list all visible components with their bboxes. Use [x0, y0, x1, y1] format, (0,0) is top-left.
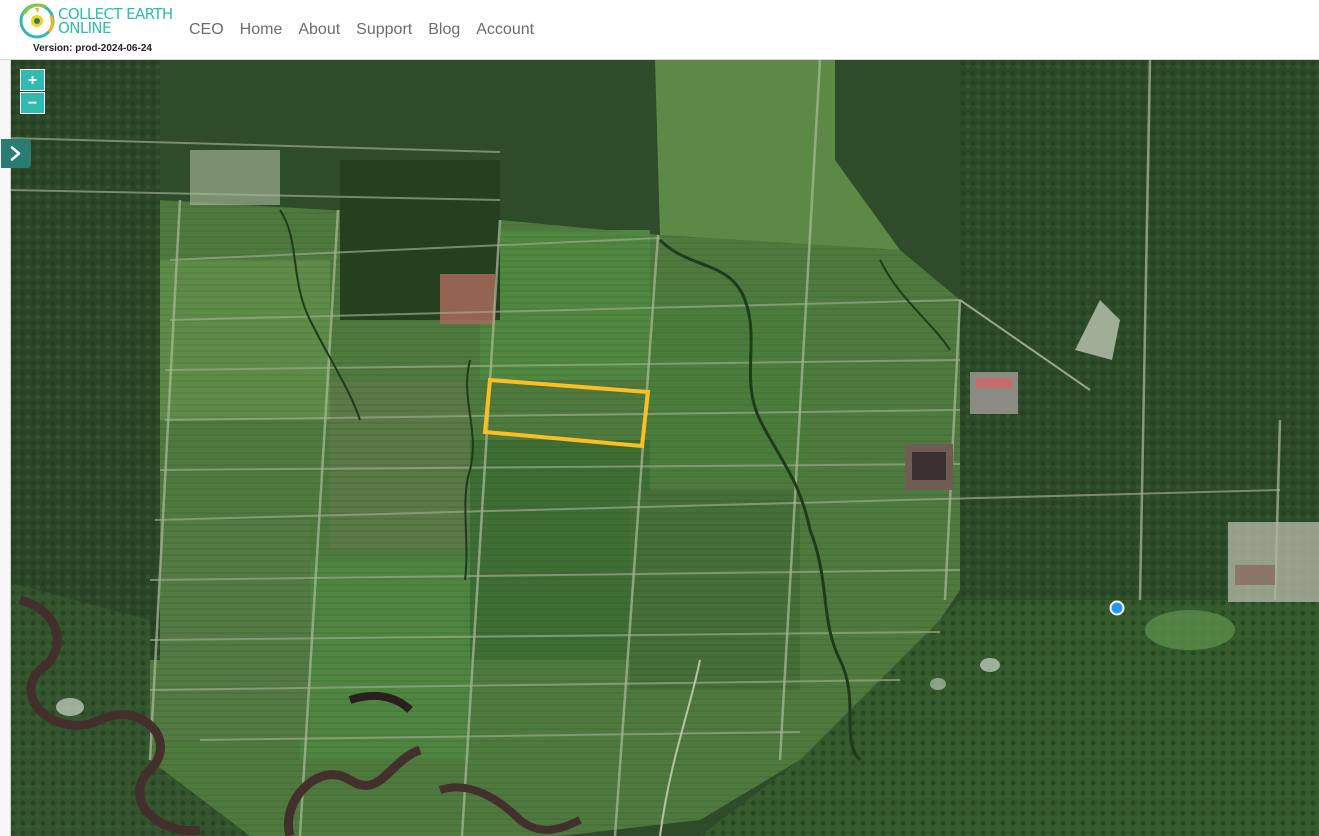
- nav-link-about[interactable]: About: [298, 19, 340, 41]
- version-label: Version: prod-2024-06-24: [33, 43, 152, 54]
- nav-links: CEO Home About Support Blog Account: [181, 19, 542, 41]
- zoom-in-button[interactable]: +: [20, 69, 45, 91]
- nav-link-support[interactable]: Support: [356, 19, 412, 41]
- sample-point-marker: [1109, 600, 1125, 616]
- chevron-right-icon: [10, 146, 21, 161]
- nav-link-ceo[interactable]: CEO: [189, 19, 224, 41]
- top-navbar: COLLECT EARTH ONLINE Version: prod-2024-…: [0, 0, 1319, 60]
- brand-line-2: ONLINE: [58, 19, 112, 37]
- map-left-frame: [0, 60, 11, 836]
- nav-link-home[interactable]: Home: [240, 19, 283, 41]
- brand-wordmark: COLLECT EARTH ONLINE: [58, 7, 173, 37]
- nav-link-blog[interactable]: Blog: [428, 19, 460, 41]
- zoom-controls: + −: [20, 69, 45, 114]
- sidebar-toggle-button[interactable]: [1, 139, 31, 168]
- zoom-out-button[interactable]: −: [20, 92, 45, 114]
- nav-link-account[interactable]: Account: [476, 19, 534, 41]
- map-canvas[interactable]: [0, 60, 1319, 836]
- brand[interactable]: COLLECT EARTH ONLINE Version: prod-2024-…: [16, 2, 176, 58]
- satellite-basemap: [0, 60, 1319, 836]
- globe-logo-icon: [19, 3, 55, 39]
